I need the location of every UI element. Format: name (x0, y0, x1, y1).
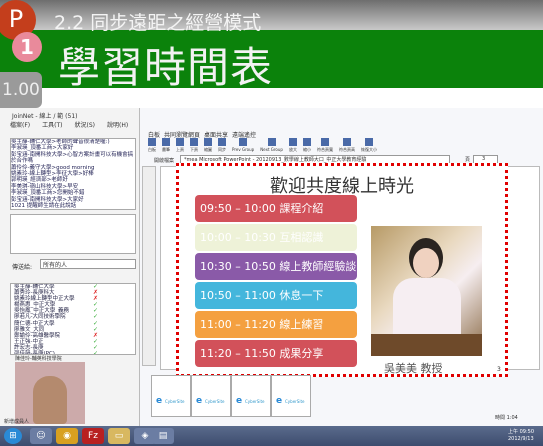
thumbnail-label: CyberSite (205, 399, 225, 404)
toolbar-button-6[interactable]: Prev Group (232, 138, 254, 153)
tool-label: 符合頁寬 (316, 147, 333, 152)
tool-icon (218, 138, 226, 146)
tool-icon (239, 138, 248, 146)
professor-photo (371, 226, 482, 356)
tool-icon (342, 138, 351, 146)
tool-label: 上頁 (176, 147, 184, 152)
drawing-toolbar[interactable] (142, 166, 156, 366)
thumbnail-label: CyberSite (245, 399, 265, 404)
chat-input[interactable] (10, 214, 136, 254)
toolbar-button-4[interactable]: 縮圖 (204, 138, 212, 153)
slide-thumbnail[interactable]: e CyberSite (151, 375, 191, 417)
menu-file[interactable]: 檔案(F) (10, 120, 30, 129)
toolbar-button-5[interactable]: 同步 (218, 138, 226, 153)
slide-thumbnail[interactable]: e CyberSite (271, 375, 311, 417)
elapsed-time: 時間 1:04 (495, 415, 518, 421)
tool-icon (302, 138, 311, 146)
clock-time: 上午 09:50 (508, 429, 534, 435)
chat-message: 1021 提醒師生請在此說話 (11, 203, 77, 210)
tool-label: 恢復大小 (360, 147, 377, 152)
tool-label: Next Group (260, 147, 283, 152)
taskbar-app-icon[interactable]: ☺ (30, 428, 52, 444)
toolbar-button-0[interactable]: 白板 (148, 138, 156, 153)
tool-icon (176, 138, 184, 146)
tool-icon (364, 138, 373, 146)
user-status-icon: ✓ (93, 350, 99, 355)
slide-thumbnail[interactable]: e CyberSite (191, 375, 231, 417)
slide-number-balloon-icon: 1 (12, 32, 42, 62)
send-to-select[interactable]: 所有的人 (40, 259, 136, 269)
tool-label: 放大 (288, 147, 297, 152)
schedule-row: 11:20 – 11:50 成果分享 (195, 340, 357, 367)
toolbar-button-7[interactable]: Next Group (260, 138, 283, 153)
toolbar-button-12[interactable]: 恢復大小 (361, 138, 377, 153)
send-to-label: 傳送給: (12, 264, 33, 271)
toolbar-button-2[interactable]: 上頁 (176, 138, 184, 153)
tool-label: 同步 (218, 147, 226, 152)
doc-label: 開啟檔案 (154, 158, 175, 164)
ie-icon: e (276, 396, 283, 406)
thumbnail-label: CyberSite (165, 399, 185, 404)
window-title: JoinNet - 線上 / 範 (51) (12, 113, 78, 120)
ie-icon: e (196, 396, 203, 406)
tool-icon (267, 138, 276, 146)
user-list[interactable]: 吳主靜-輔仁大學 ✓ 蕭秀玲-長庚科大 ✗ 姚素玲線上轉型中正大學 ✗ 楊燕惠_中正大學 ✓ 吳… (10, 283, 136, 355)
user-name: 王正強-中正 (14, 338, 44, 345)
user-name: 鄭諭伶-高雄醫學院 (14, 332, 60, 339)
schedule-row: 10:30 – 10:50 線上教師經驗談 (195, 253, 357, 280)
schedule-row: 11:00 – 11:20 線上練習 (195, 311, 357, 338)
toolbar-button-9[interactable]: 縮小 (302, 138, 311, 153)
thumbnail-label: CyberSite (285, 399, 305, 404)
user-name: 廖若凡-大同技術學院 (14, 314, 66, 321)
schedule-row: 10:00 – 10:30 互相認識 (195, 224, 357, 251)
clock-date: 2012/9/13 (508, 436, 534, 442)
ie-icon: e (236, 396, 243, 406)
page-title: 學習時間表 (58, 43, 274, 92)
filezilla-icon[interactable]: Fz (82, 428, 104, 444)
tool-icon (320, 138, 329, 146)
menu-help[interactable]: 說明(H) (107, 120, 128, 129)
tool-label: 畫筆 (162, 147, 170, 152)
toolbar-button-11[interactable]: 符合頁高 (339, 138, 355, 153)
notes-taskbar-icon[interactable]: ▤ (152, 428, 174, 444)
user-name: 廖雅文_大同 (14, 326, 45, 333)
tool-label: Prev Group (232, 147, 255, 152)
status-text: 新增成員人 (4, 419, 30, 425)
schedule-row: 10:50 – 11:00 休息一下 (195, 282, 357, 309)
slide: 歡迎共度線上時光 吳美美 教授 3 09:50 – 10:00 課程介紹 10:0… (176, 163, 508, 377)
chrome-icon[interactable]: ◉ (56, 428, 78, 444)
toolbar-button-8[interactable]: 放大 (288, 138, 297, 153)
tool-icon (148, 138, 156, 146)
slide-thumbnail[interactable]: e CyberSite (231, 375, 271, 417)
page-label: 頁 (465, 157, 471, 163)
toolbar-button-10[interactable]: 符合頁寬 (317, 138, 333, 153)
video-label: 陳佳玲-輔英科技學院 (15, 356, 62, 362)
user-name: 簡仁德-中正大學 (14, 320, 55, 327)
tool-icon (190, 138, 198, 146)
tool-label: 符合頁高 (338, 147, 355, 152)
toolbar-button-1[interactable]: 畫筆 (162, 138, 170, 153)
tool-label: 縮小 (302, 147, 311, 152)
tool-label: 白板 (148, 147, 156, 152)
webcam-video (15, 362, 85, 424)
zoom-level-badge: 1.00 (0, 72, 42, 108)
schedule-row: 09:50 – 10:00 課程介紹 (195, 195, 357, 222)
tool-icon (162, 138, 170, 146)
tool-icon (288, 138, 297, 146)
folder-icon[interactable]: ▭ (108, 428, 130, 444)
slide-page-number: 3 (497, 366, 501, 373)
professor-caption: 吳美美 教授 (384, 362, 443, 375)
menu-tools[interactable]: 工具(T) (42, 120, 62, 129)
start-button[interactable]: ⊞ (4, 428, 22, 444)
toolbar-button-3[interactable]: 下頁 (190, 138, 198, 153)
tool-label: 縮圖 (204, 147, 212, 152)
menu-status[interactable]: 狀況(S) (75, 120, 96, 129)
ie-icon: e (156, 396, 163, 406)
tool-icon (204, 138, 212, 146)
tool-label: 下頁 (190, 147, 198, 152)
chat-log[interactable]: 吳主靜-輔仁大學>老師的聲音很清楚喔:) 李淑瑛_頂番工商>大家好 彭宝涵-南開科技… (10, 138, 136, 210)
section-subtitle: 2.2 同步遠距之經營模式 (54, 12, 262, 34)
